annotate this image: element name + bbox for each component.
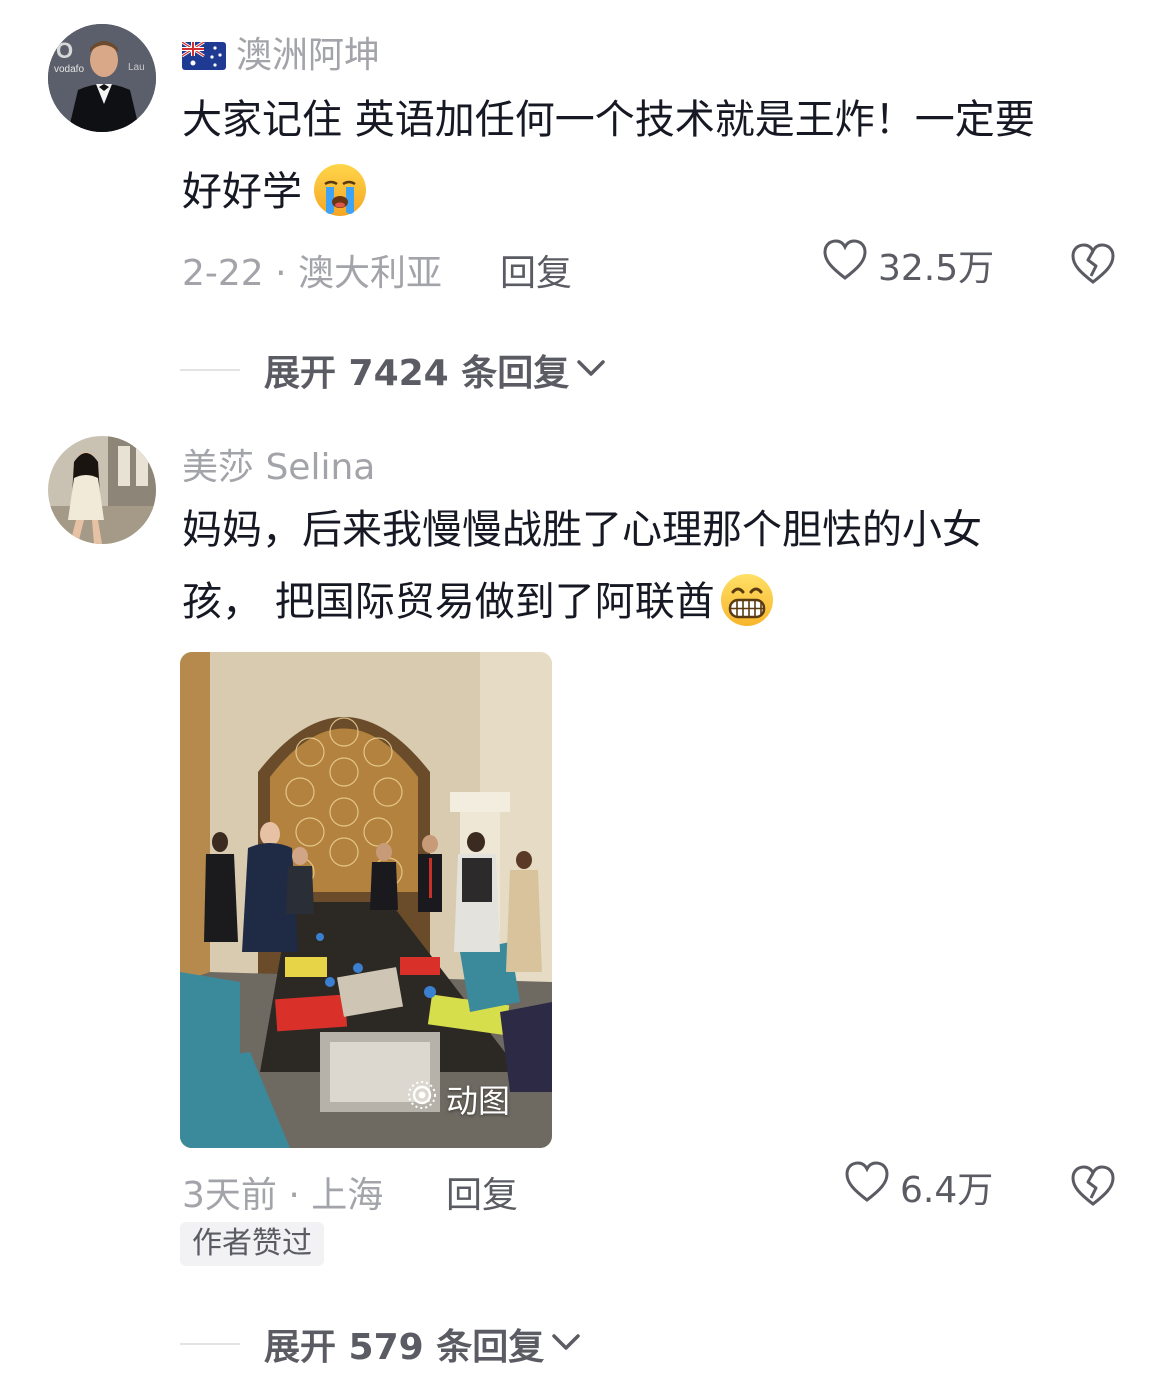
dislike-button[interactable] — [1070, 242, 1116, 290]
dislike-button[interactable] — [1070, 1164, 1116, 1212]
reply-button[interactable]: 回复 — [446, 1166, 518, 1218]
expand-replies-button[interactable]: 展开 579 条回复 — [180, 1318, 582, 1370]
comment-text-line: 大家记住 英语加任何一个技术就是王炸！一定要 — [182, 97, 1035, 143]
animated-gif-badge: 动图 — [406, 1076, 510, 1122]
comment-text-fragment: 孩， 把国际贸易做到了阿联酋 — [182, 579, 715, 625]
comment-text-line: 好好学 — [182, 156, 1132, 228]
heart-icon — [822, 238, 868, 291]
svg-text:Lau: Lau — [128, 62, 145, 73]
live-photo-icon — [406, 1079, 438, 1119]
loudly-crying-face-emoji-icon — [312, 162, 368, 218]
comment-author[interactable]: 澳洲阿坤 — [181, 26, 381, 78]
reply-button[interactable]: 回复 — [500, 244, 572, 296]
expand-replies-button[interactable]: 展开 7424 条回复 — [180, 344, 607, 396]
meeting-room-photo[interactable]: 动图 — [180, 652, 552, 1148]
chevron-down-icon — [575, 356, 607, 384]
like-button[interactable]: 6.4万 — [844, 1160, 993, 1213]
expand-replies-label: 展开 7424 条回复 — [264, 353, 570, 394]
comment-text-line: 妈妈，后来我慢慢战胜了心理那个胆怯的小女 — [182, 507, 982, 553]
divider — [180, 369, 240, 371]
author-liked-tag: 作者赞过 — [180, 1222, 324, 1266]
comment-text: 大家记住 英语加任何一个技术就是王炸！一定要 好好学 — [182, 84, 1132, 228]
like-button[interactable]: 32.5万 — [822, 238, 994, 291]
comment-text-line: 孩， 把国际贸易做到了阿联酋 — [182, 566, 1132, 638]
grinning-face-emoji-icon — [719, 572, 775, 628]
like-count: 6.4万 — [900, 1169, 994, 1211]
like-count: 32.5万 — [878, 247, 995, 289]
svg-text:vodafo: vodafo — [54, 64, 84, 75]
svg-text:O: O — [56, 38, 73, 63]
avatar[interactable]: O vodafo Lau — [48, 24, 156, 132]
comment-text-fragment: 好好学 — [182, 169, 302, 215]
chevron-down-icon — [550, 1330, 582, 1358]
comment-text: 妈妈，后来我慢慢战胜了心理那个胆怯的小女 孩， 把国际贸易做到了阿联酋 — [182, 494, 1132, 638]
broken-heart-icon — [1070, 1165, 1116, 1212]
broken-heart-icon — [1070, 243, 1116, 290]
avatar[interactable] — [48, 436, 156, 544]
expand-replies-label: 展开 579 条回复 — [264, 1327, 545, 1368]
comment-meta: 3天前 · 上海 — [182, 1175, 384, 1216]
divider — [180, 1343, 240, 1345]
heart-icon — [844, 1160, 890, 1213]
gif-badge-label: 动图 — [445, 1082, 510, 1120]
comment-meta: 2-22 · 澳大利亚 — [182, 253, 443, 294]
australia-flag-icon — [181, 38, 226, 70]
author-name: 澳洲阿坤 — [236, 35, 381, 76]
comment-author[interactable]: 美莎 Selina — [182, 438, 375, 490]
